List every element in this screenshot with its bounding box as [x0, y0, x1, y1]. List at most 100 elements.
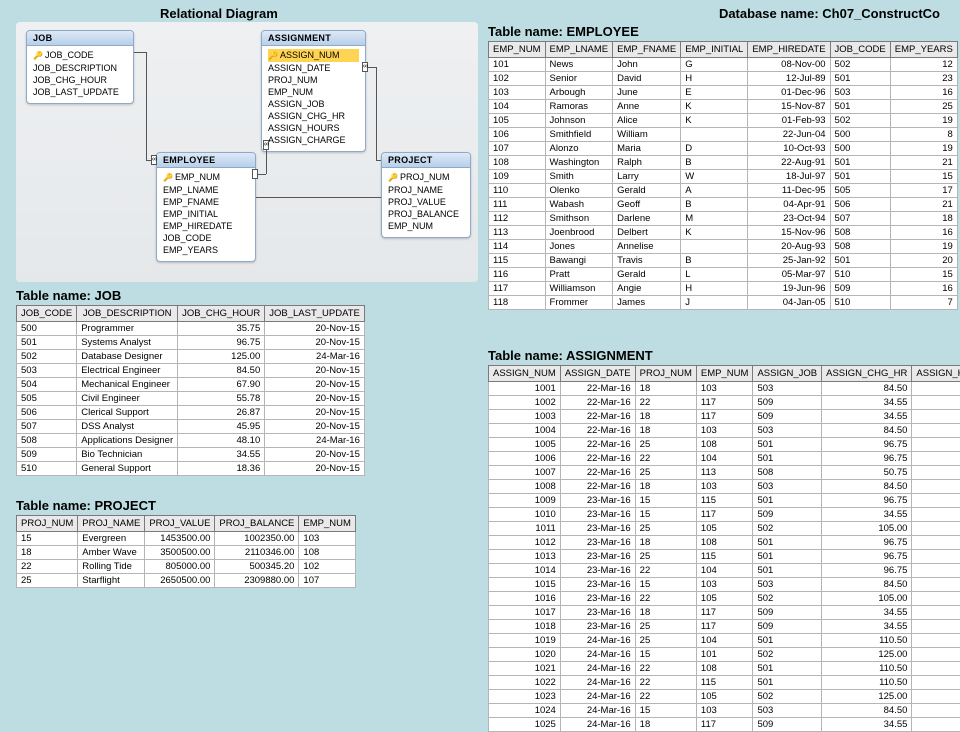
table-row: 504Mechanical Engineer67.9020-Nov-15 — [17, 378, 365, 392]
col-header: EMP_FNAME — [613, 42, 681, 58]
table-row: 101623-Mar-1622105502105.004.7493.50 — [489, 592, 960, 606]
table-row: 101223-Mar-161810850196.753.4328.95 — [489, 536, 960, 550]
table-row: 503Electrical Engineer84.5020-Nov-15 — [17, 364, 365, 378]
table-row: 15Evergreen1453500.001002350.00103 — [17, 532, 356, 546]
col-header: PROJ_VALUE — [145, 516, 215, 532]
col-header: EMP_NUM — [299, 516, 356, 532]
entity-assignment: ASSIGNMENT ASSIGN_NUM ASSIGN_DATE PROJ_N… — [261, 30, 366, 152]
col-header: PROJ_NAME — [78, 516, 145, 532]
table-row: 501Systems Analyst96.7520-Nov-15 — [17, 336, 365, 350]
table-row: 102324-Mar-1622105502125.003.5437.50 — [489, 690, 960, 704]
table-row: 114JonesAnnelise20-Aug-9350819 — [489, 240, 958, 254]
project-table-caption: Table name: PROJECT — [16, 498, 156, 513]
attr: PROJ_BALANCE — [388, 208, 464, 220]
table-row: 510General Support18.3620-Nov-15 — [17, 462, 365, 476]
table-row: 110OlenkoGeraldA11-Dec-9550517 — [489, 184, 958, 198]
col-header: JOB_LAST_UPDATE — [265, 306, 365, 322]
table-row: 105JohnsonAliceK01-Feb-9350219 — [489, 114, 958, 128]
col-header: JOB_CHG_HOUR — [178, 306, 265, 322]
table-row: 100122-Mar-161810350384.503.5295.75 — [489, 382, 960, 396]
entity-employee-title: EMPLOYEE — [157, 153, 255, 168]
table-row: 100522-Mar-162510850196.752.2212.85 — [489, 438, 960, 452]
table-row: 101123-Mar-1625105502105.004.3451.50 — [489, 522, 960, 536]
col-header: EMP_YEARS — [890, 42, 957, 58]
attr: EMP_NUM — [388, 220, 464, 232]
table-row: 22Rolling Tide805000.00500345.20102 — [17, 560, 356, 574]
attr: PROJ_NUM — [268, 74, 359, 86]
table-row: 100822-Mar-161810350384.500.976.05 — [489, 480, 960, 494]
job-table-caption: Table name: JOB — [16, 288, 121, 303]
pk-emp-num: EMP_NUM — [163, 171, 249, 184]
table-row: 101423-Mar-162210450196.752.8270.90 — [489, 564, 960, 578]
attr: JOB_CHG_HOUR — [33, 74, 127, 86]
col-header: JOB_CODE — [830, 42, 890, 58]
col-header: ASSIGN_JOB — [753, 366, 822, 382]
attr: ASSIGN_CHG_HR — [268, 110, 359, 122]
table-row: 100322-Mar-161811750934.552.069.10 — [489, 410, 960, 424]
table-row: 103ArboughJuneE01-Dec-9650316 — [489, 86, 958, 100]
table-row: 101323-Mar-162511550196.752.0193.50 — [489, 550, 960, 564]
table-row: 508Applications Designer48.1024-Mar-16 — [17, 434, 365, 448]
table-row: 506Clerical Support26.8720-Nov-15 — [17, 406, 365, 420]
table-row: 102124-Mar-1622108501110.502.7298.35 — [489, 662, 960, 676]
table-row: 106SmithfieldWilliam22-Jun-045008 — [489, 128, 958, 142]
table-row: 101723-Mar-161811750934.553.8131.29 — [489, 606, 960, 620]
col-header: JOB_CODE — [17, 306, 77, 322]
attr: JOB_CODE — [163, 232, 249, 244]
table-row: 502Database Designer125.0024-Mar-16 — [17, 350, 365, 364]
table-row: 107AlonzoMariaD10-Oct-9350019 — [489, 142, 958, 156]
entity-project: PROJECT PROJ_NUM PROJ_NAME PROJ_VALUE PR… — [381, 152, 471, 238]
page-title-right: Database name: Ch07_ConstructCo — [719, 6, 940, 21]
attr: JOB_LAST_UPDATE — [33, 86, 127, 98]
attr: EMP_LNAME — [163, 184, 249, 196]
attr: EMP_NUM — [268, 86, 359, 98]
assignment-table-caption: Table name: ASSIGNMENT — [488, 348, 653, 363]
col-header: PROJ_NUM — [635, 366, 696, 382]
employee-table: EMP_NUMEMP_LNAMEEMP_FNAMEEMP_INITIALEMP_… — [488, 41, 958, 310]
col-header: PROJ_BALANCE — [215, 516, 299, 532]
attr: EMP_INITIAL — [163, 208, 249, 220]
employee-table-caption: Table name: EMPLOYEE — [488, 24, 639, 39]
entity-assignment-title: ASSIGNMENT — [262, 31, 365, 46]
table-row: 101924-Mar-1625104501110.504.9541.45 — [489, 634, 960, 648]
er-diagram: JOB JOB_CODE JOB_DESCRIPTION JOB_CHG_HOU… — [16, 22, 478, 282]
attr: EMP_HIREDATE — [163, 220, 249, 232]
attr: ASSIGN_HOURS — [268, 122, 359, 134]
attr: ASSIGN_JOB — [268, 98, 359, 110]
table-row: 18Amber Wave3500500.002110346.00108 — [17, 546, 356, 560]
table-row: 100222-Mar-162211750934.554.2145.11 — [489, 396, 960, 410]
table-row: 104RamorasAnneK15-Nov-8750125 — [489, 100, 958, 114]
table-row: 505Civil Engineer55.7820-Nov-15 — [17, 392, 365, 406]
entity-job: JOB JOB_CODE JOB_DESCRIPTION JOB_CHG_HOU… — [26, 30, 134, 104]
table-row: 116PrattGeraldL05-Mar-9751015 — [489, 268, 958, 282]
table-row: 111WabashGeoffB04-Apr-9150621 — [489, 198, 958, 212]
table-row: 100923-Mar-161511550196.755.6541.80 — [489, 494, 960, 508]
col-header: EMP_NUM — [489, 42, 546, 58]
table-row: 100722-Mar-162511350850.753.8192.85 — [489, 466, 960, 480]
table-row: 102424-Mar-161510350384.503.3278.85 — [489, 704, 960, 718]
col-header: ASSIGN_NUM — [489, 366, 561, 382]
entity-project-title: PROJECT — [382, 153, 470, 168]
table-row: 102224-Mar-1622115501110.504.9541.45 — [489, 676, 960, 690]
table-row: 117WilliamsonAngieH19-Jun-9650916 — [489, 282, 958, 296]
col-header: EMP_LNAME — [545, 42, 613, 58]
table-row: 109SmithLarryW18-Jul-9750115 — [489, 170, 958, 184]
col-header: EMP_HIREDATE — [748, 42, 830, 58]
table-row: 500Programmer35.7520-Nov-15 — [17, 322, 365, 336]
assignment-table: ASSIGN_NUMASSIGN_DATEPROJ_NUMEMP_NUMASSI… — [488, 365, 960, 732]
entity-employee: EMPLOYEE EMP_NUM EMP_LNAME EMP_FNAME EMP… — [156, 152, 256, 262]
table-row: 25Starflight2650500.002309880.00107 — [17, 574, 356, 588]
page-title-left: Relational Diagram — [160, 6, 278, 21]
attr: EMP_FNAME — [163, 196, 249, 208]
col-header: PROJ_NUM — [17, 516, 78, 532]
attr: ASSIGN_DATE — [268, 62, 359, 74]
table-row: 509Bio Technician34.5520-Nov-15 — [17, 448, 365, 462]
attr: PROJ_NAME — [388, 184, 464, 196]
project-table: PROJ_NUMPROJ_NAMEPROJ_VALUEPROJ_BALANCEE… — [16, 515, 356, 588]
table-row: 507DSS Analyst45.9520-Nov-15 — [17, 420, 365, 434]
pk-job-code: JOB_CODE — [33, 49, 127, 62]
col-header: ASSIGN_DATE — [560, 366, 635, 382]
job-table: JOB_CODEJOB_DESCRIPTIONJOB_CHG_HOURJOB_L… — [16, 305, 365, 476]
table-row: 115BawangiTravisB25-Jan-9250120 — [489, 254, 958, 268]
table-row: 118FrommerJamesJ04-Jan-055107 — [489, 296, 958, 310]
